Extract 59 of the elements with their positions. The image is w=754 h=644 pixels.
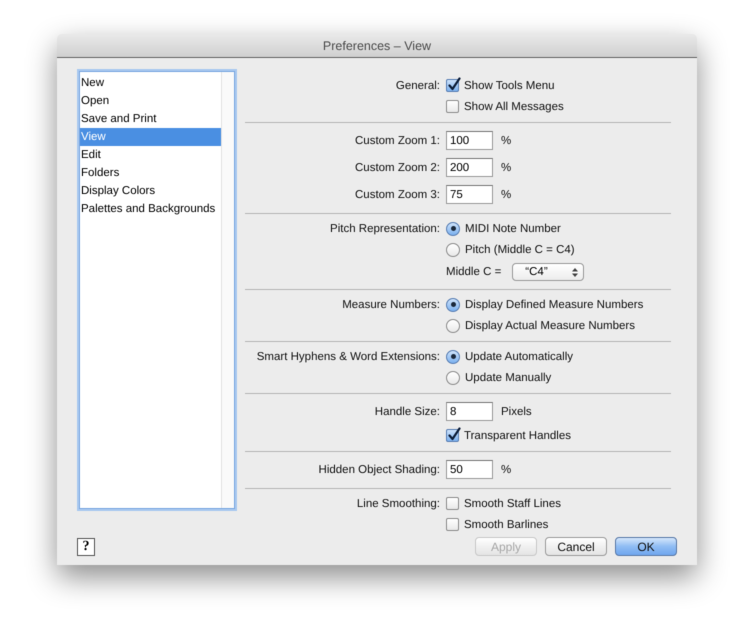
unit-label: %	[501, 188, 512, 200]
checkbox-label[interactable]: Smooth Staff Lines	[464, 498, 561, 510]
checkbox[interactable]	[446, 79, 459, 92]
radio-label[interactable]: Display Actual Measure Numbers	[465, 320, 636, 332]
checkbox-label[interactable]: Smooth Barlines	[464, 518, 548, 530]
category-item[interactable]: Palettes and Backgrounds	[80, 200, 223, 218]
input-field[interactable]: 75	[446, 185, 493, 204]
stepper-arrows-icon	[572, 268, 578, 276]
window-title: Preferences – View	[322, 38, 432, 52]
option-label: Line Smoothing:	[356, 498, 440, 510]
input-field[interactable]: 50	[446, 460, 493, 479]
input-field[interactable]: 100	[446, 131, 493, 150]
scrollbar-track[interactable]	[221, 72, 234, 508]
unit-label: %	[501, 464, 512, 476]
radio-button[interactable]	[446, 318, 460, 332]
checkmark-icon	[447, 427, 461, 442]
checkbox-label[interactable]: Transparent Handles	[464, 430, 571, 442]
option-label: Custom Zoom 1:	[355, 134, 440, 146]
radio-button[interactable]	[446, 370, 460, 384]
category-item[interactable]: Save and Print	[80, 110, 223, 128]
checkbox[interactable]	[446, 429, 459, 442]
checkbox[interactable]	[446, 518, 459, 531]
radio-label[interactable]: Update Automatically	[465, 350, 574, 362]
category-item[interactable]: Folders	[80, 164, 223, 182]
input-field[interactable]: 8	[446, 402, 493, 421]
radio-button[interactable]	[446, 242, 460, 256]
category-item[interactable]: Open	[80, 92, 223, 110]
checkbox[interactable]	[446, 497, 459, 510]
checkbox-label[interactable]: Show All Messages	[464, 100, 564, 112]
option-label: Measure Numbers:	[342, 298, 440, 310]
unit-label: %	[501, 134, 512, 146]
radio-button[interactable]	[446, 222, 460, 236]
unit-label: %	[501, 162, 512, 174]
checkbox-label[interactable]: Show Tools Menu	[464, 80, 555, 92]
radio-label[interactable]: Display Defined Measure Numbers	[465, 298, 644, 310]
radio-button[interactable]	[446, 350, 460, 364]
unit-label: Pixels	[501, 406, 532, 418]
input-field[interactable]: 200	[446, 158, 493, 177]
category-item[interactable]: Display Colors	[80, 182, 223, 200]
radio-label[interactable]: Pitch (Middle C = C4)	[465, 244, 575, 256]
option-label: Smart Hyphens & Word Extensions:	[256, 350, 440, 362]
radio-button[interactable]	[446, 298, 460, 312]
category-item[interactable]: New	[80, 74, 223, 92]
dialog-button[interactable]: Cancel	[545, 537, 607, 556]
dropdown-label: Middle C =	[446, 266, 502, 278]
help-button[interactable]: ?	[77, 538, 95, 556]
option-label: Pitch Representation:	[330, 222, 440, 234]
option-label: Handle Size:	[374, 406, 440, 418]
checkmark-icon	[447, 77, 461, 92]
option-label: General:	[396, 80, 440, 92]
radio-label[interactable]: Update Manually	[465, 372, 552, 384]
dropdown[interactable]: “C4”	[512, 263, 584, 281]
option-label: Custom Zoom 3:	[355, 188, 440, 200]
radio-label[interactable]: MIDI Note Number	[465, 222, 561, 234]
category-item[interactable]: Edit	[80, 146, 223, 164]
checkbox[interactable]	[446, 100, 459, 113]
option-label: Hidden Object Shading:	[318, 464, 440, 476]
dialog-button[interactable]: OK	[615, 537, 677, 556]
option-label: Custom Zoom 2:	[355, 162, 440, 174]
